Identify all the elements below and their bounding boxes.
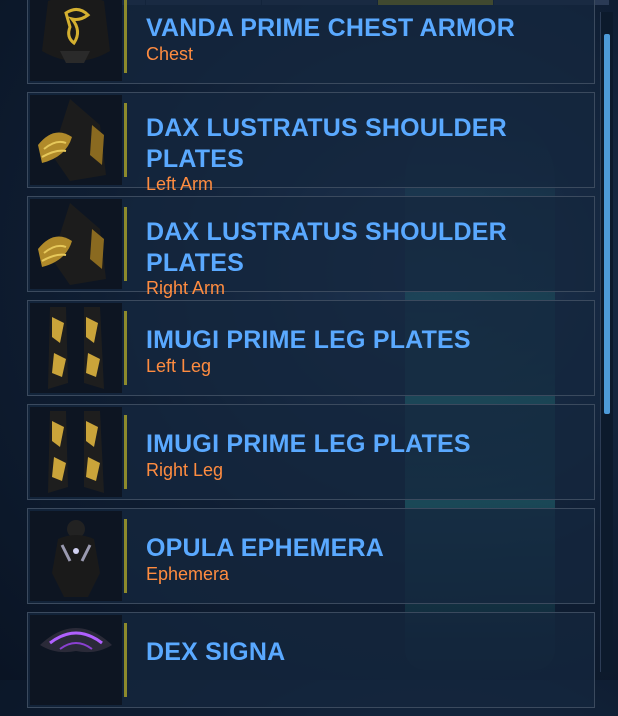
list-item-dax-lustratus-right-arm[interactable]: DAX LUSTRATUS SHOULDER PLATES Right Arm bbox=[27, 196, 595, 298]
item-slot: Ephemera bbox=[146, 564, 230, 584]
shoulder-plate-icon bbox=[30, 95, 122, 185]
item-separator bbox=[124, 311, 127, 385]
item-title: VANDA PRIME CHEST ARMOR bbox=[146, 14, 515, 42]
leg-plates-icon bbox=[30, 407, 122, 497]
list-item-imugi-prime-right-leg[interactable]: IMUGI PRIME LEG PLATES Right Leg bbox=[27, 404, 595, 500]
list-item-vanda-prime-chest[interactable]: VANDA PRIME CHEST ARMOR Chest bbox=[27, 0, 595, 84]
signa-icon bbox=[30, 615, 122, 705]
list-item-dex-signa[interactable]: DEX SIGNA bbox=[27, 612, 595, 708]
item-slot: Left Arm bbox=[146, 174, 214, 194]
item-title: DAX LUSTRATUS SHOULDER PLATES bbox=[146, 218, 507, 277]
chest-armor-icon bbox=[30, 0, 122, 81]
item-separator bbox=[124, 207, 127, 281]
leg-plates-icon bbox=[30, 303, 122, 393]
list-scrollbar[interactable] bbox=[600, 12, 613, 672]
item-separator bbox=[124, 103, 127, 177]
ephemera-icon bbox=[30, 511, 122, 601]
item-title: IMUGI PRIME LEG PLATES bbox=[146, 326, 471, 354]
item-title: DEX SIGNA bbox=[146, 638, 286, 666]
item-separator bbox=[124, 623, 127, 697]
item-separator bbox=[124, 415, 127, 489]
item-separator bbox=[124, 519, 127, 593]
item-title: DAX LUSTRATUS SHOULDER PLATES bbox=[146, 114, 507, 173]
item-title: IMUGI PRIME LEG PLATES bbox=[146, 430, 471, 458]
item-separator bbox=[124, 0, 127, 73]
item-title: OPULA EPHEMERA bbox=[146, 534, 385, 562]
item-slot: Left Leg bbox=[146, 356, 212, 376]
scrollbar-thumb[interactable] bbox=[604, 34, 610, 414]
cosmetic-item-list: VANDA PRIME CHEST ARMOR Chest DAX LUSTRA… bbox=[27, 0, 595, 716]
item-slot: Right Arm bbox=[146, 278, 226, 298]
shoulder-plate-icon bbox=[30, 199, 122, 289]
list-item-dax-lustratus-left-arm[interactable]: DAX LUSTRATUS SHOULDER PLATES Left Arm bbox=[27, 92, 595, 194]
list-item-imugi-prime-left-leg[interactable]: IMUGI PRIME LEG PLATES Left Leg bbox=[27, 300, 595, 396]
item-slot: Chest bbox=[146, 44, 194, 64]
list-item-opula-ephemera[interactable]: OPULA EPHEMERA Ephemera bbox=[27, 508, 595, 604]
item-slot: Right Leg bbox=[146, 460, 224, 480]
